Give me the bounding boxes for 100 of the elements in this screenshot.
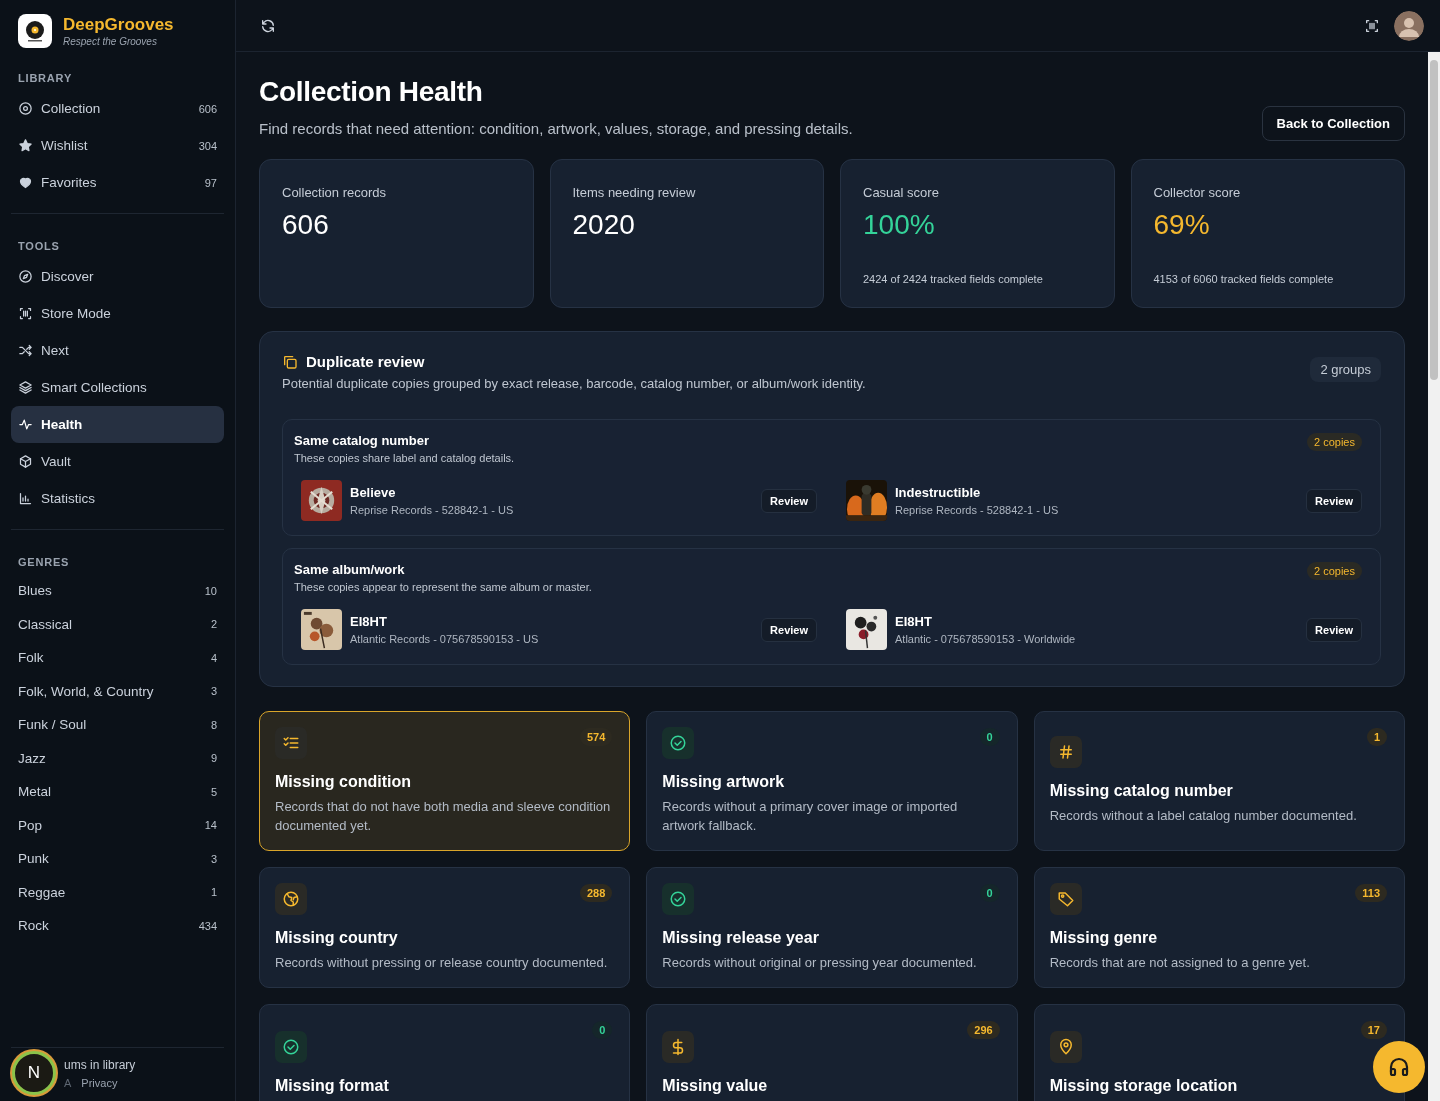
group-count: 2 groups	[1310, 357, 1381, 382]
sidebar-item[interactable]: Metal 5	[11, 775, 224, 809]
issue-count: 17	[1360, 1020, 1387, 1039]
issue-description: Records without pressing or release country documented.	[275, 953, 609, 972]
issue-card[interactable]: Missing storage location 17	[1033, 1003, 1405, 1101]
page-title: Collection Health	[259, 76, 484, 108]
issue-card[interactable]: Missing condition Records that do not have both media and sleeve condition documented yet. 574	[259, 711, 631, 851]
sidebar-item[interactable]: Blues 10	[11, 574, 224, 608]
record-title: EI8HT	[895, 614, 933, 629]
sidebar-item[interactable]: Statistics	[11, 480, 224, 517]
issue-card[interactable]: Missing artwork Records without a primary cover image or imported artwork fallback. 0	[646, 711, 1018, 851]
sidebar-item[interactable]: Folk 4	[11, 641, 224, 675]
user-avatar[interactable]	[1394, 10, 1424, 41]
shuffle-icon	[18, 343, 33, 358]
issue-title: Missing value	[662, 1077, 769, 1096]
pulse-icon	[18, 417, 33, 432]
issue-title: Missing condition	[275, 773, 412, 791]
sidebar-item[interactable]: Folk, World, & Country 3	[11, 674, 224, 708]
sidebar-item[interactable]: Favorites 97	[11, 164, 224, 201]
review-button[interactable]: Review	[761, 617, 817, 642]
sidebar-item[interactable]: Classical 2	[11, 607, 224, 641]
issue-description: Records that do not have both media and sleeve condition documented yet.	[275, 798, 612, 835]
record-details: Atlantic - 075678590153 - Worldwide	[895, 633, 1077, 645]
logo-icon	[18, 14, 52, 48]
review-button[interactable]: Review	[1306, 488, 1362, 513]
issue-description: Records without a primary cover image or imported artwork fallback.	[662, 798, 959, 835]
group-description: These copies appear to represent the same album or master.	[294, 581, 593, 593]
record-details: Reprise Records - 528842-1 - US	[895, 504, 1060, 516]
brand-tagline: Respect the Grooves	[63, 36, 158, 47]
scrollbar[interactable]	[1428, 52, 1440, 1101]
heart-icon	[18, 175, 33, 190]
issue-description: Records without a label catalog number documented.	[1049, 807, 1358, 826]
globe-icon	[282, 889, 300, 908]
check-circle-icon	[282, 1038, 300, 1057]
group-title: Same album/work	[294, 562, 406, 577]
sidebar-item[interactable]: Health	[11, 406, 224, 443]
issue-count: 0	[979, 728, 1000, 746]
panel-description: Potential duplicate copies grouped by exact release, barcode, catalog number, or album/work identity.	[282, 376, 867, 391]
group-description: These copies share label and catalog details.	[294, 452, 516, 464]
issue-title: Missing catalog number	[1049, 782, 1234, 801]
issue-card[interactable]: Missing genre Records that are not assigned to a genre yet. 113	[1033, 866, 1405, 988]
issue-card[interactable]: Missing catalog number Records without a label catalog number documented. 1	[1033, 711, 1405, 851]
user-avatar[interactable]: N	[12, 1051, 56, 1095]
issue-title: Missing format	[275, 1077, 390, 1096]
issue-card[interactable]: Missing format 0	[259, 1003, 631, 1101]
sidebar-item[interactable]: Jazz 9	[11, 741, 224, 775]
sidebar-item[interactable]: Smart Collections	[11, 369, 224, 406]
sidebar-item[interactable]: Next	[11, 332, 224, 369]
section-heading: GENRES	[18, 556, 71, 568]
issue-title: Missing release year	[662, 928, 820, 947]
check-circle-icon	[669, 734, 688, 752]
issue-title: Missing storage location	[1049, 1077, 1239, 1096]
page-subtitle: Find records that need attention: condition, artwork, values, storage, and pressing details.	[259, 120, 854, 137]
sidebar-item[interactable]: Vault	[11, 443, 224, 480]
stat-value: 100%	[863, 209, 936, 241]
issue-card[interactable]: Missing value 296	[646, 1003, 1018, 1101]
sidebar-item[interactable]: Funk / Soul 8	[11, 708, 224, 742]
review-button[interactable]: Review	[761, 488, 817, 513]
record-title: Believe	[350, 485, 397, 500]
headphones-icon	[1387, 1055, 1411, 1079]
copy-count: 2 copies	[1307, 562, 1362, 580]
panel-title: Duplicate review	[306, 353, 425, 370]
section-heading: TOOLS	[18, 240, 61, 252]
disc-icon	[18, 101, 33, 116]
library-summary: ums in library	[64, 1057, 136, 1072]
section-heading: LIBRARY	[18, 72, 74, 84]
sidebar-item[interactable]: Discover	[11, 258, 224, 295]
sidebar-item[interactable]: Punk 3	[11, 842, 224, 876]
issue-description: Records without original or pressing year documented.	[662, 953, 978, 972]
sidebar-item[interactable]: Wishlist 304	[11, 127, 224, 164]
issue-title: Missing country	[275, 928, 399, 947]
stat-label: Collector score	[1153, 185, 1242, 200]
refresh-icon	[260, 17, 276, 34]
back-button[interactable]: Back to Collection	[1261, 106, 1405, 141]
stat-label: Items needing review	[572, 185, 697, 200]
footer-link[interactable]: Privacy	[81, 1076, 118, 1089]
issue-count: 0	[592, 1020, 613, 1039]
issue-count: 288	[579, 883, 613, 902]
copy-count: 2 copies	[1307, 433, 1362, 451]
sidebar-item[interactable]: Collection 606	[11, 90, 224, 127]
bar-chart-icon	[18, 491, 33, 506]
sidebar-item[interactable]: Store Mode	[11, 295, 224, 332]
review-button[interactable]: Review	[1306, 617, 1362, 642]
stat-value: 606	[282, 209, 330, 241]
sidebar-item[interactable]: Pop 14	[11, 808, 224, 842]
star-icon	[18, 138, 33, 153]
scan-icon	[18, 306, 33, 321]
stat-label: Collection records	[282, 185, 388, 200]
issue-count: 0	[979, 883, 1000, 902]
record-title: Indestructible	[895, 485, 982, 500]
sidebar-item[interactable]: Rock 434	[11, 909, 224, 943]
stat-value: 69%	[1153, 209, 1211, 241]
sidebar-item[interactable]: Reggae 1	[11, 875, 224, 909]
issue-card[interactable]: Missing release year Records without original or pressing year documented. 0	[646, 866, 1018, 988]
record-title: EI8HT	[350, 614, 388, 629]
tag-icon	[1056, 889, 1075, 908]
check-circle-icon	[669, 889, 688, 908]
compass-icon	[18, 269, 33, 284]
issue-card[interactable]: Missing country Records without pressing or release country documented. 288	[259, 866, 631, 988]
issue-count: 574	[579, 728, 613, 746]
